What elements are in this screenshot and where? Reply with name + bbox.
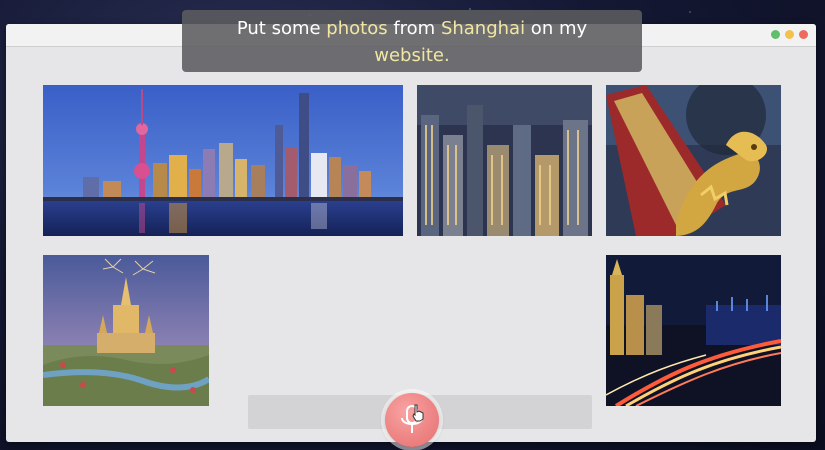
bund-image [606,255,781,406]
skyline-image [43,85,403,236]
caption-keyword-shanghai: Shanghai [440,18,526,39]
caption-keyword-photos: photos [326,18,388,39]
caption-text: from [387,18,441,39]
night-towers-image [417,85,592,236]
browser-window [6,24,816,442]
disney-castle-photo[interactable] [43,255,209,406]
close-window-button[interactable] [799,30,808,39]
bund-light-trails-photo[interactable] [606,255,781,406]
hand-cursor-icon [412,404,424,422]
caption-text: on my [525,18,588,39]
castle-image [43,255,209,406]
shanghai-night-towers-photo[interactable] [417,85,592,236]
golden-dragon-photo[interactable] [606,85,781,236]
shanghai-skyline-photo[interactable] [43,85,403,236]
maximize-window-button[interactable] [771,30,780,39]
caption-line-2: website. [182,42,642,69]
minimize-window-button[interactable] [785,30,794,39]
dragon-image [606,85,781,236]
caption-text: Put some [236,18,327,39]
caption-line-1: Put some photos from Shanghai on my [182,15,642,42]
speech-caption: Put some photos from Shanghai on my webs… [182,10,642,72]
caption-keyword-website: website. [374,45,450,66]
